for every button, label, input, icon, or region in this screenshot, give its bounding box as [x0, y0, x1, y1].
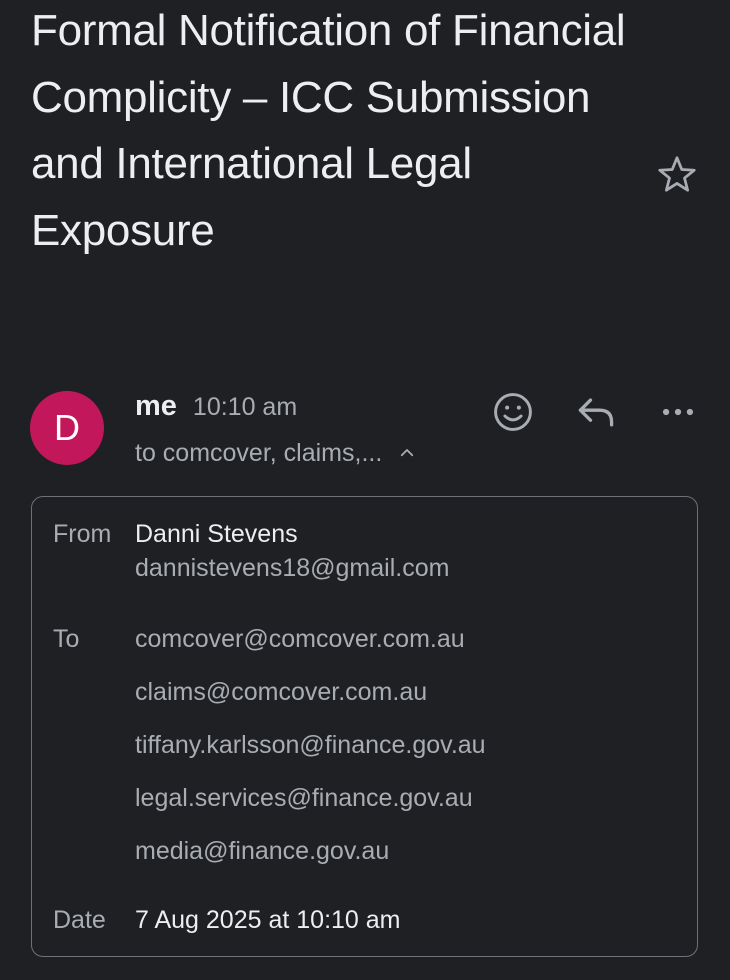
- emoji-icon: [494, 393, 532, 431]
- to-label: To: [53, 625, 80, 653]
- sender-name: me: [135, 390, 177, 422]
- avatar[interactable]: D: [30, 391, 104, 465]
- emoji-reaction-button[interactable]: [491, 390, 535, 434]
- from-name: Danni Stevens: [135, 520, 298, 548]
- to-recipient[interactable]: tiffany.karlsson@finance.gov.au: [135, 731, 486, 760]
- more-options-button[interactable]: [656, 390, 700, 434]
- recipients-toggle[interactable]: to comcover, claims,...: [135, 436, 416, 470]
- from-label: From: [53, 520, 112, 548]
- to-recipient[interactable]: media@finance.gov.au: [135, 837, 389, 866]
- chevron-up-icon: [401, 449, 414, 457]
- to-recipient[interactable]: legal.services@finance.gov.au: [135, 784, 473, 813]
- reply-button[interactable]: [574, 390, 618, 434]
- date-label: Date: [53, 906, 106, 934]
- star-icon[interactable]: [655, 153, 699, 197]
- message-date: 7 Aug 2025 at 10:10 am: [135, 906, 401, 934]
- from-email[interactable]: dannistevens18@gmail.com: [135, 554, 449, 583]
- sender-line: me 10:10 am: [135, 390, 297, 430]
- to-recipient[interactable]: claims@comcover.com.au: [135, 678, 427, 707]
- email-subject: Formal Notification of Financial Complic…: [31, 6, 626, 255]
- more-vert-icon: [662, 408, 694, 416]
- reply-icon: [578, 398, 614, 427]
- recipients-summary: to comcover, claims,...: [135, 438, 383, 467]
- to-recipient[interactable]: comcover@comcover.com.au: [135, 625, 465, 654]
- message-time: 10:10 am: [192, 393, 298, 421]
